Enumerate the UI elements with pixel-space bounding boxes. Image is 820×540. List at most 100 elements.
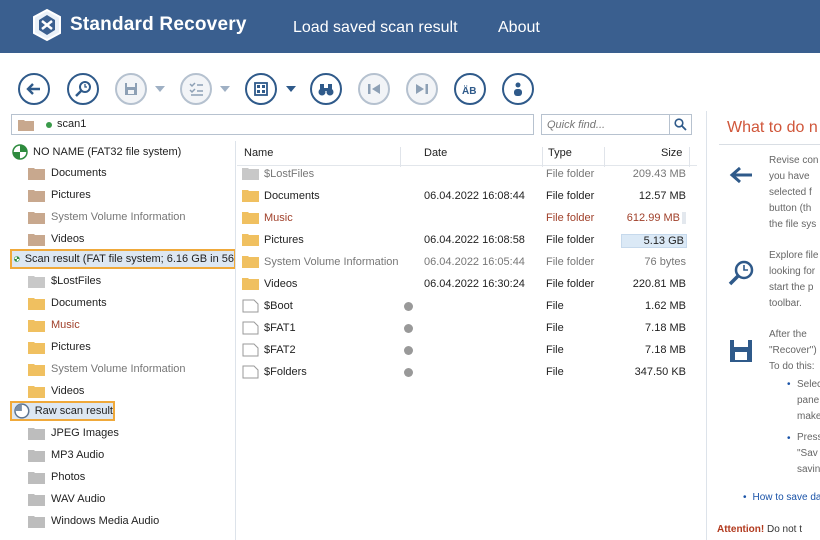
path-text: scan1 <box>57 118 87 130</box>
tree-item-label: NO NAME (FAT32 file system) <box>33 146 182 158</box>
folder-icon <box>242 234 259 246</box>
tree-item-raw-scan-result[interactable]: Raw scan result <box>10 401 115 421</box>
next-button[interactable] <box>406 73 438 105</box>
table-row[interactable]: $LostFiles File folder 209.43 MB <box>237 164 697 186</box>
folder-icon <box>28 167 45 180</box>
folder-icon <box>28 515 45 528</box>
how-to-save-link[interactable]: How to save da <box>743 492 820 503</box>
column-header-name[interactable]: Name <box>244 147 273 159</box>
save-icon <box>730 340 752 362</box>
file-list-header: Name Date Type Size <box>237 141 697 167</box>
tree-item[interactable]: Videos <box>28 229 84 249</box>
svg-text:ÄB: ÄB <box>462 84 476 97</box>
tree-item[interactable]: Documents <box>28 293 107 313</box>
back-icon <box>26 83 40 95</box>
path-bar[interactable]: scan1 <box>11 114 534 135</box>
divider <box>719 144 820 145</box>
column-header-date[interactable]: Date <box>424 147 447 159</box>
tree-item[interactable]: Music <box>28 315 80 335</box>
tree-item[interactable]: System Volume Information <box>28 207 186 227</box>
save-dropdown-chevron-icon[interactable] <box>155 86 165 92</box>
attention-note: Attention! Do not t <box>717 524 803 535</box>
column-header-size[interactable]: Size <box>661 147 682 159</box>
column-header-type[interactable]: Type <box>548 147 572 159</box>
view-mode-dropdown-chevron-icon[interactable] <box>286 86 296 92</box>
table-row[interactable]: Music File folder 612.99 MB <box>237 208 697 230</box>
checklist-button[interactable] <box>180 73 212 105</box>
about-link[interactable]: About <box>498 19 540 37</box>
help-title: What to do n <box>727 119 818 136</box>
checklist-icon <box>189 82 203 96</box>
help-panel: What to do n Revise con you have selecte… <box>706 111 820 540</box>
toolbar: ÄB <box>0 53 700 111</box>
checklist-dropdown-chevron-icon[interactable] <box>220 86 230 92</box>
table-row[interactable]: $Folders File 347.50 KB <box>237 362 697 384</box>
folder-icon <box>28 385 45 398</box>
tree-item[interactable]: JPEG Images <box>28 423 119 443</box>
case-sensitive-button[interactable]: ÄB <box>454 73 486 105</box>
tree-item[interactable]: MP3 Audio <box>28 445 104 465</box>
tree-item[interactable]: Documents <box>28 163 107 183</box>
previous-button[interactable] <box>358 73 390 105</box>
find-button[interactable] <box>310 73 342 105</box>
app-logo-icon <box>33 8 61 42</box>
view-mode-button[interactable] <box>245 73 277 105</box>
quick-find-input[interactable] <box>541 114 670 135</box>
folder-icon <box>18 120 34 131</box>
folder-icon <box>242 256 259 268</box>
tree-item[interactable]: System Volume Information <box>28 359 186 379</box>
info-button[interactable] <box>502 73 534 105</box>
table-row[interactable]: Pictures 06.04.2022 16:08:58 File folder… <box>237 230 697 252</box>
back-arrow-icon <box>729 166 752 184</box>
tree-item-scan-result[interactable]: Scan result (FAT file system; 6.16 GB in… <box>10 249 235 269</box>
table-row[interactable]: $Boot File 1.62 MB <box>237 296 697 318</box>
tree-item-label: Raw scan result <box>34 405 113 417</box>
file-icon <box>242 365 259 379</box>
tree-item[interactable]: Pictures <box>28 185 91 205</box>
table-row[interactable]: System Volume Information 06.04.2022 16:… <box>237 252 697 274</box>
raw-scan-icon <box>14 403 30 419</box>
tree-item-root[interactable]: NO NAME (FAT32 file system) <box>12 142 181 162</box>
info-icon <box>514 82 522 96</box>
folder-icon <box>242 278 259 290</box>
file-icon <box>242 343 259 357</box>
file-icon <box>242 299 259 313</box>
folder-icon <box>28 427 45 440</box>
scan-button[interactable] <box>67 73 99 105</box>
tree-item[interactable]: Videos <box>28 381 84 401</box>
status-dot <box>404 368 413 377</box>
folder-tree: NO NAME (FAT32 file system) Documents Pi… <box>0 141 236 540</box>
status-dot <box>404 302 413 311</box>
load-saved-scan-link[interactable]: Load saved scan result <box>293 19 458 37</box>
tree-item[interactable]: Pictures <box>28 337 91 357</box>
next-icon <box>416 84 428 94</box>
table-row[interactable]: $FAT2 File 7.18 MB <box>237 340 697 362</box>
back-button[interactable] <box>18 73 50 105</box>
scan-icon <box>728 260 754 286</box>
folder-icon <box>28 363 45 376</box>
table-row[interactable]: $FAT1 File 7.18 MB <box>237 318 697 340</box>
file-list: Name Date Type Size $LostFiles File fold… <box>237 141 697 540</box>
folder-icon <box>28 449 45 462</box>
search-button[interactable] <box>670 114 692 135</box>
table-row[interactable]: Videos 06.04.2022 16:30:24 File folder 2… <box>237 274 697 296</box>
folder-icon <box>28 275 45 288</box>
save-button[interactable] <box>115 73 147 105</box>
tree-item[interactable]: Photos <box>28 467 85 487</box>
tree-item[interactable]: Windows Media Audio <box>28 511 159 531</box>
tree-item[interactable]: WAV Audio <box>28 489 105 509</box>
tree-item-label: Scan result (FAT file system; 6.16 GB in… <box>24 253 234 265</box>
view-mode-icon <box>254 82 268 96</box>
tree-item[interactable]: $LostFiles <box>28 271 101 291</box>
bullet: • <box>787 433 791 444</box>
partition-icon <box>12 144 28 160</box>
folder-icon <box>28 233 45 246</box>
folder-icon <box>28 297 45 310</box>
app-header: Standard Recovery Load saved scan result… <box>0 0 820 53</box>
table-row[interactable]: Documents 06.04.2022 16:08:44 File folde… <box>237 186 697 208</box>
folder-icon <box>28 471 45 484</box>
bullet: • <box>787 379 791 390</box>
file-icon <box>242 321 259 335</box>
case-icon: ÄB <box>462 84 476 97</box>
folder-icon <box>242 168 259 180</box>
